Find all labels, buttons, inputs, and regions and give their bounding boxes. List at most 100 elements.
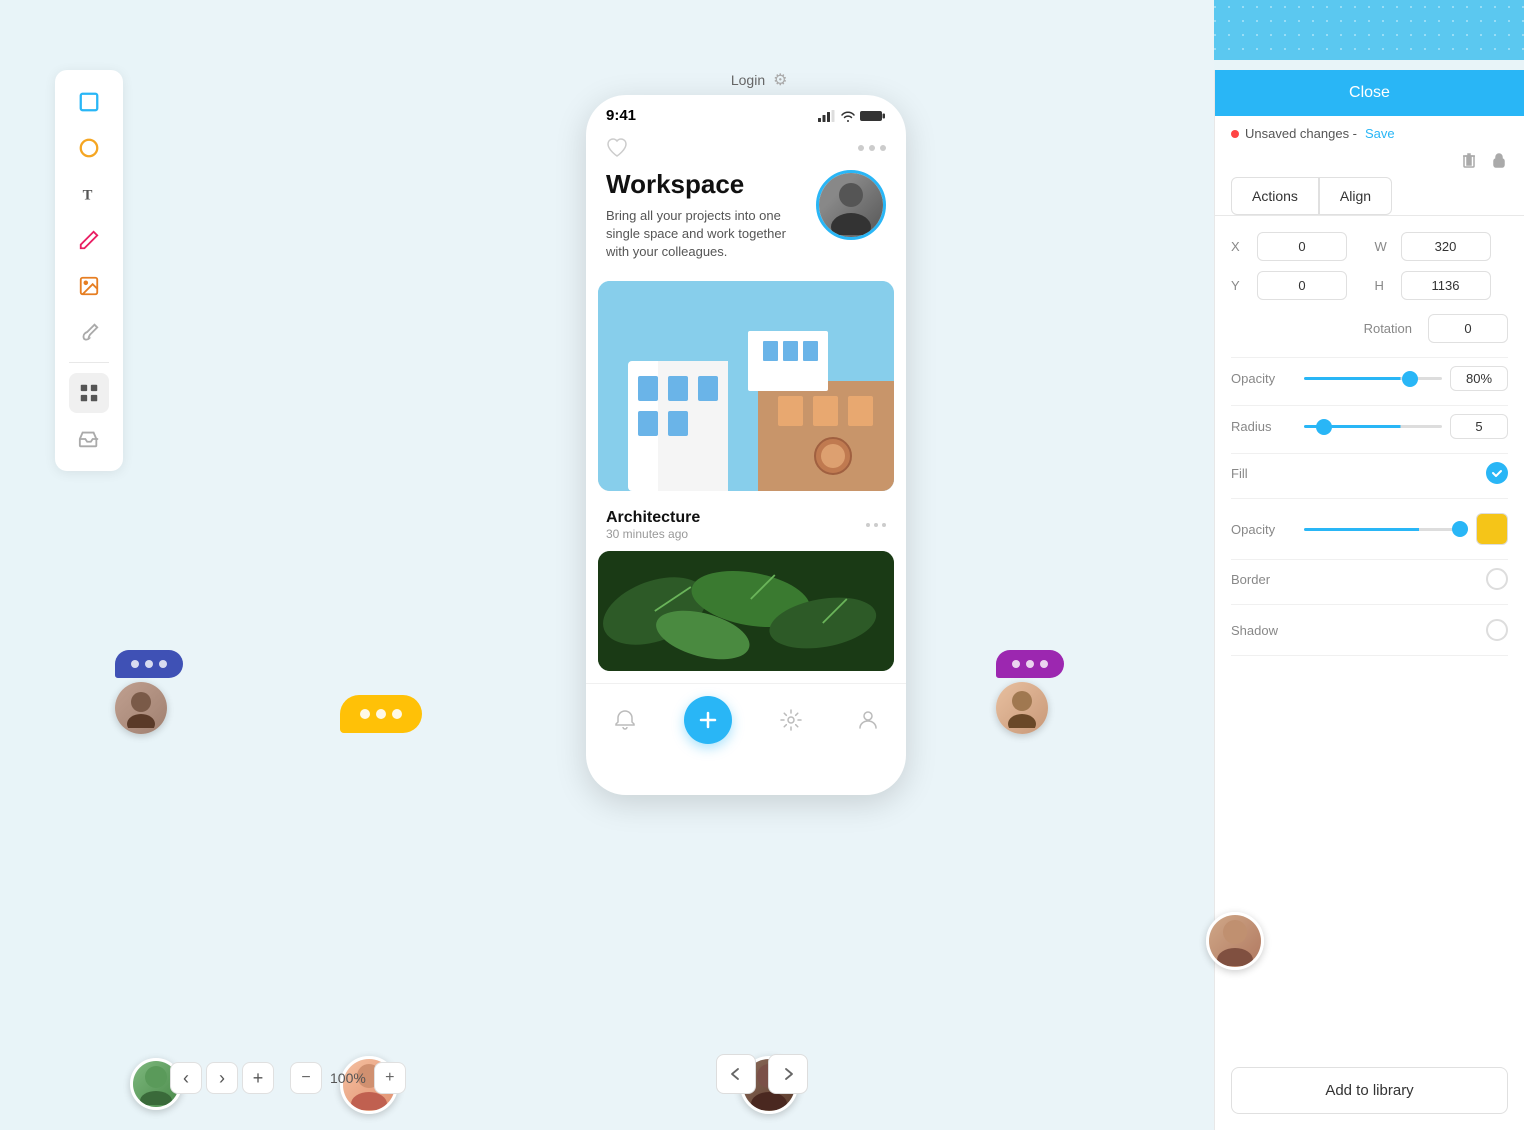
mock-card-title: Architecture	[606, 509, 700, 527]
border-toggle[interactable]	[1486, 568, 1508, 590]
mock-heart-row	[586, 130, 906, 158]
trash-icon[interactable]	[1460, 151, 1478, 169]
divider-3	[1231, 453, 1508, 454]
rotation-input[interactable]	[1428, 314, 1508, 343]
yellow-bubble-msg	[340, 695, 422, 733]
mock-card-time: 30 minutes ago	[606, 527, 700, 541]
mock-card-footer: Architecture 30 minutes ago	[586, 499, 906, 551]
mock-nav-bell[interactable]	[607, 702, 643, 738]
add-to-library-button[interactable]: Add to library	[1231, 1067, 1508, 1114]
chevron-right-btn[interactable]: ›	[206, 1062, 238, 1094]
avatar-placeholder-1	[115, 682, 167, 734]
save-link[interactable]: Save	[1365, 126, 1395, 141]
architecture-image	[598, 281, 894, 491]
divider-4	[1231, 559, 1508, 560]
opacity-value[interactable]	[1450, 366, 1508, 391]
h-field: H	[1375, 271, 1509, 300]
avatar-person-icon	[821, 175, 881, 235]
mock-title: Workspace	[606, 170, 804, 199]
leaf-image	[598, 551, 894, 671]
tab-align[interactable]: Align	[1319, 177, 1392, 215]
check-icon	[1491, 467, 1503, 479]
chevron-left-btn[interactable]: ‹	[170, 1062, 202, 1094]
battery-icon	[860, 109, 886, 123]
inbox-icon[interactable]	[69, 419, 109, 459]
circle-icon[interactable]	[69, 128, 109, 168]
person-avatar-2	[996, 682, 1048, 734]
mock-card-info: Architecture 30 minutes ago	[606, 509, 700, 541]
shadow-toggle[interactable]	[1486, 619, 1508, 641]
grid-icon[interactable]	[69, 373, 109, 413]
add-view-btn[interactable]: +	[242, 1062, 274, 1094]
left-toolbar: T	[55, 70, 123, 471]
mock-bottom-nav	[586, 683, 906, 756]
zoom-plus-btn[interactable]: +	[374, 1062, 406, 1094]
tab-actions[interactable]: Actions	[1231, 177, 1319, 215]
w-input[interactable]	[1401, 232, 1491, 261]
zoom-level: 100%	[330, 1070, 366, 1086]
y-field: Y	[1231, 271, 1365, 300]
wifi-icon	[840, 110, 856, 122]
xy-wh-grid: X W Y H	[1231, 232, 1508, 300]
pencil-icon[interactable]	[69, 220, 109, 260]
opacity2-row: Opacity	[1231, 513, 1508, 545]
h-input[interactable]	[1401, 271, 1491, 300]
svg-text:T: T	[83, 188, 93, 204]
mock-nav-settings[interactable]	[773, 702, 809, 738]
zoom-minus-btn[interactable]: −	[290, 1062, 322, 1094]
image-icon[interactable]	[69, 266, 109, 306]
mock-status-icons	[818, 109, 886, 123]
heart-icon[interactable]	[606, 138, 628, 158]
radius-value[interactable]	[1450, 414, 1508, 439]
comment-bubble-purple	[996, 650, 1064, 734]
x-input[interactable]	[1257, 232, 1347, 261]
brush-icon[interactable]	[69, 312, 109, 352]
text-icon[interactable]: T	[69, 174, 109, 214]
nav-chevrons: ‹ › +	[170, 1062, 274, 1094]
comment-bubble-yellow	[340, 695, 422, 737]
fill-label: Fill	[1231, 466, 1248, 481]
mock-avatar-inner	[819, 173, 883, 237]
mock-subtitle: Bring all your projects into one single …	[606, 207, 804, 262]
opacity2-label: Opacity	[1231, 522, 1296, 537]
mock-status-bar: 9:41	[586, 95, 906, 130]
avatar-woman-right[interactable]	[1206, 912, 1264, 970]
color-swatch[interactable]	[1476, 513, 1508, 545]
mock-nav-add[interactable]	[684, 696, 732, 744]
lock-icon[interactable]	[1490, 151, 1508, 169]
x-label: X	[1231, 239, 1251, 254]
w-label: W	[1375, 239, 1395, 254]
opacity2-slider[interactable]	[1304, 528, 1468, 531]
screen-gear-icon[interactable]: ⚙	[773, 70, 787, 90]
rotation-label: Rotation	[1364, 321, 1412, 336]
purple-bubble-msg	[996, 650, 1064, 678]
blue-bubble-msg	[115, 650, 183, 678]
mock-text-block: Workspace Bring all your projects into o…	[606, 170, 804, 261]
mock-card-more[interactable]	[866, 523, 886, 527]
mock-avatar	[816, 170, 886, 240]
square-icon[interactable]	[69, 82, 109, 122]
fill-toggle[interactable]	[1486, 462, 1508, 484]
divider-1	[1231, 357, 1508, 358]
opacity-slider[interactable]	[1304, 377, 1442, 380]
border-row: Border	[1231, 568, 1508, 605]
avatar-placeholder-2	[996, 682, 1048, 734]
shadow-row: Shadow	[1231, 619, 1508, 656]
y-input[interactable]	[1257, 271, 1347, 300]
mock-dots[interactable]	[858, 145, 886, 151]
unsaved-dot	[1231, 130, 1239, 138]
screen-name: Login	[731, 72, 765, 88]
toolbar-divider	[69, 362, 109, 363]
person-avatar-1	[115, 682, 167, 734]
mock-image-card	[598, 281, 894, 491]
icon-row	[1215, 151, 1524, 177]
unsaved-row: Unsaved changes - Save	[1215, 116, 1524, 151]
right-panel: Close Unsaved changes - Save Actions Ali…	[1214, 70, 1524, 1130]
screen-label: Login ⚙	[731, 70, 788, 90]
nav-back-btn[interactable]	[716, 1054, 756, 1094]
zoom-controls: ‹ › + − 100% +	[170, 1062, 406, 1094]
nav-forward-btn[interactable]	[768, 1054, 808, 1094]
mock-nav-profile[interactable]	[850, 702, 886, 738]
radius-slider[interactable]	[1304, 425, 1442, 428]
close-button[interactable]: Close	[1215, 70, 1524, 116]
